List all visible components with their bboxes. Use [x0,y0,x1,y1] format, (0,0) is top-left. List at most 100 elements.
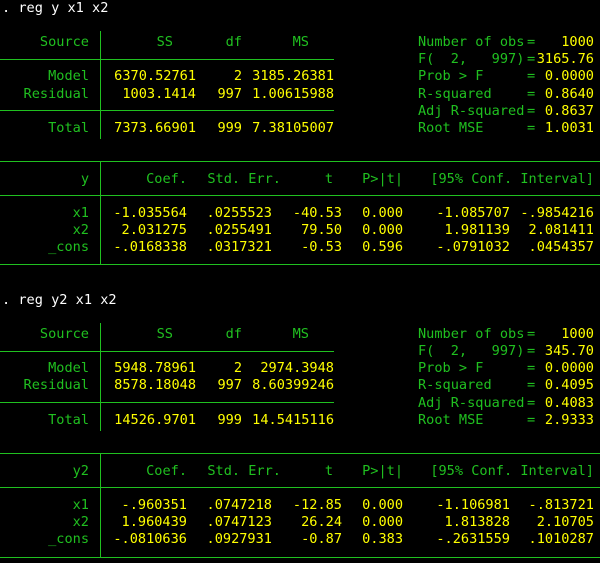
stat-label: F( 2, 997) [418,343,525,359]
coef-row-coef: 1.960439 [121,514,187,530]
stat-value: 0.8637 [544,103,594,119]
coef-row-var: _cons [48,239,89,255]
anova-header-df: df [225,326,242,342]
anova-row-ss: 14526.9701 [114,412,196,428]
stat-value: 0.0000 [544,68,594,84]
anova-row-df: 999 [217,120,242,136]
stat-value: 345.70 [544,343,594,359]
coef-row-se: .0255491 [206,222,272,238]
stat-value: 1000 [561,326,594,342]
stat-label: R-squared [418,377,492,393]
stat-label: Adj R-squared [418,395,525,411]
coef-header-var: y [80,171,89,187]
stat-label: Root MSE [418,412,484,428]
coef-row-ci-high: .0454357 [528,239,594,255]
anova-row-ms: 8.60399246 [252,377,334,393]
coef-row-coef: 2.031275 [121,222,187,238]
anova-row-ss: 7373.66901 [114,120,196,136]
stat-value: 3165.76 [536,51,594,67]
anova-row-df: 2 [233,68,242,84]
coef-row-p: 0.000 [362,514,403,530]
stat-value: 0.0000 [544,360,594,376]
coef-header-p: P>|t| [362,171,403,187]
anova-row-ms: 14.5415116 [252,412,334,428]
coef-row-t: 26.24 [301,514,342,530]
coef-row-ci-high: -.9854216 [520,205,594,221]
stat-label: R-squared [418,86,492,102]
anova-row-ss: 6370.52761 [114,68,196,84]
anova-header-df: df [225,34,242,50]
stat-value: 1.0031 [544,120,594,136]
anova-header-ss: SS [156,34,173,50]
anova-header-source: Source [39,326,89,342]
coef-row-ci-low: 1.981139 [444,222,510,238]
anova-row-ms: 7.38105007 [252,120,334,136]
coef-row-ci-low: -1.106981 [436,497,510,513]
coef-header-coef: Coef. [146,171,187,187]
anova-row-source: Residual [23,377,89,393]
anova-row-df: 997 [217,86,242,102]
stat-label: Prob > F [418,360,484,376]
anova-row-source: Residual [23,86,89,102]
coef-header-se: Std. Err. [207,463,281,479]
command-line: . reg y x1 x2 [2,0,109,16]
coef-row-ci-low: -1.085707 [436,205,510,221]
stat-value: 0.8640 [544,86,594,102]
anova-row-ms: 3185.26381 [252,68,334,84]
anova-header-ss: SS [156,326,173,342]
stat-label: Number of obs [418,326,525,342]
anova-row-ms: 1.00615988 [252,86,334,102]
coef-row-t: 79.50 [301,222,342,238]
coef-row-ci-low: -.2631559 [436,531,510,547]
coef-header-t: t [324,463,333,479]
anova-row-ms: 2974.3948 [260,360,334,376]
coef-row-p: 0.000 [362,497,403,513]
anova-header-ms: MS [292,326,309,342]
coef-row-coef: -.0168338 [113,239,187,255]
coef-header-se: Std. Err. [207,171,281,187]
stat-value: 2.9333 [544,412,594,428]
coef-row-se: .0255523 [206,205,272,221]
coef-row-se: .0927931 [206,531,272,547]
coef-row-se: .0747218 [206,497,272,513]
anova-row-source: Model [48,360,89,376]
coef-row-se: .0317321 [206,239,272,255]
stat-label: F( 2, 997) [418,51,525,67]
anova-header-source: Source [39,34,89,50]
coef-row-coef: -1.035564 [113,205,187,221]
coef-row-var: x2 [72,222,89,238]
stat-value: 0.4083 [544,395,594,411]
anova-row-ss: 1003.1414 [122,86,196,102]
coef-row-p: 0.000 [362,205,403,221]
coef-row-t: -12.85 [292,497,342,513]
stat-value: 1000 [561,34,594,50]
coef-row-t: -0.87 [301,531,342,547]
coef-row-var: _cons [48,531,89,547]
coef-header-ci: [95% Conf. Interval] [430,171,594,187]
stat-label: Root MSE [418,120,484,136]
coef-row-ci-high: -.813721 [528,497,594,513]
coef-row-p: 0.596 [362,239,403,255]
stat-label: Adj R-squared [418,103,525,119]
coef-row-ci-low: 1.813828 [444,514,510,530]
stat-label: Prob > F [418,68,484,84]
coef-row-ci-low: -.0791032 [436,239,510,255]
coef-row-coef: -.0810636 [113,531,187,547]
coef-row-t: -40.53 [292,205,342,221]
anova-row-source: Model [48,68,89,84]
anova-row-source: Total [48,412,89,428]
coef-row-t: -0.53 [301,239,342,255]
coef-header-t: t [324,171,333,187]
coef-row-p: 0.000 [362,222,403,238]
coef-row-var: x2 [72,514,89,530]
coef-header-coef: Coef. [146,463,187,479]
coef-row-ci-high: .1010287 [528,531,594,547]
anova-row-ss: 5948.78961 [114,360,196,376]
coef-header-p: P>|t| [362,463,403,479]
coef-row-p: 0.383 [362,531,403,547]
anova-row-df: 997 [217,377,242,393]
anova-row-ss: 8578.18048 [114,377,196,393]
coef-row-ci-high: 2.081411 [528,222,594,238]
coef-row-var: x1 [72,205,89,221]
coef-row-ci-high: 2.10705 [536,514,594,530]
